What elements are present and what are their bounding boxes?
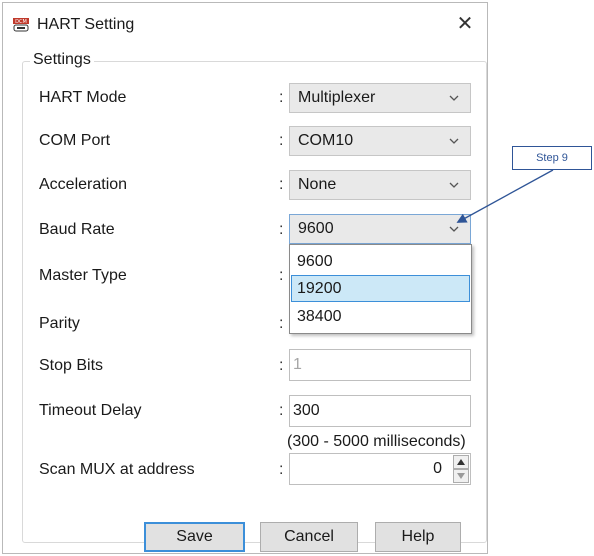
triangle-down-icon	[457, 473, 465, 479]
svg-text:DCM: DCM	[15, 19, 27, 25]
title-bar: DCM HART Setting ✕	[3, 3, 487, 43]
parity-label: Parity	[39, 315, 80, 332]
baud-rate-select[interactable]: 9600	[289, 214, 471, 244]
com-port-label: COM Port	[39, 132, 111, 149]
acceleration-colon: :	[279, 176, 284, 193]
baud-rate-value: 9600	[298, 220, 334, 237]
baud-option[interactable]: 9600	[291, 248, 470, 275]
parity-colon: :	[279, 315, 284, 332]
com-port-colon: :	[279, 132, 284, 149]
spin-up-button[interactable]	[453, 455, 469, 469]
com-port-select[interactable]: COM10	[289, 126, 471, 156]
window-title: HART Setting	[37, 16, 135, 33]
hart-mode-value: Multiplexer	[298, 89, 376, 106]
chevron-down-icon	[449, 95, 459, 101]
hart-setting-dialog: DCM HART Setting ✕ Settings HART Mode : …	[2, 2, 488, 554]
stop-bits-field[interactable]: 1	[289, 349, 471, 381]
save-button[interactable]: Save	[144, 522, 245, 552]
scan-mux-value: 0	[433, 460, 442, 477]
acceleration-value: None	[298, 176, 337, 193]
hart-mode-select[interactable]: Multiplexer	[289, 83, 471, 113]
cancel-button[interactable]: Cancel	[260, 522, 358, 552]
triangle-up-icon	[457, 459, 465, 465]
timeout-delay-field[interactable]: 300	[289, 395, 471, 427]
timeout-delay-hint: (300 - 5000 milliseconds)	[287, 433, 466, 450]
timeout-delay-value: 300	[293, 402, 320, 419]
baud-option[interactable]: 38400	[291, 303, 470, 330]
dcm-device-icon: DCM	[13, 18, 29, 32]
baud-rate-colon: :	[279, 221, 284, 238]
baud-rate-label: Baud Rate	[39, 221, 115, 238]
master-type-label: Master Type	[39, 267, 127, 284]
scan-mux-label: Scan MUX at address	[39, 461, 195, 478]
close-button[interactable]: ✕	[453, 13, 477, 35]
baud-option-highlighted[interactable]: 19200	[291, 275, 470, 302]
stop-bits-label: Stop Bits	[39, 357, 104, 374]
chevron-down-icon	[449, 182, 459, 188]
acceleration-select[interactable]: None	[289, 170, 471, 200]
help-button[interactable]: Help	[375, 522, 461, 552]
spin-down-button[interactable]	[453, 469, 469, 483]
stop-bits-colon: :	[279, 357, 284, 374]
scan-mux-colon: :	[279, 461, 284, 478]
close-icon: ✕	[456, 13, 474, 35]
scan-mux-field[interactable]: 0	[289, 453, 471, 485]
master-type-colon: :	[279, 267, 284, 284]
hart-mode-colon: :	[279, 89, 284, 106]
timeout-delay-colon: :	[279, 402, 284, 419]
timeout-delay-label: Timeout Delay	[39, 402, 142, 419]
settings-group-legend: Settings	[30, 51, 94, 69]
chevron-down-icon	[449, 226, 459, 232]
chevron-down-icon	[449, 138, 459, 144]
hart-mode-label: HART Mode	[39, 89, 127, 106]
acceleration-label: Acceleration	[39, 176, 128, 193]
stop-bits-value: 1	[293, 356, 302, 373]
baud-rate-dropdown-list: 9600 19200 38400	[289, 244, 472, 334]
com-port-value: COM10	[298, 132, 354, 149]
step-callout-label: Step 9	[512, 146, 592, 170]
